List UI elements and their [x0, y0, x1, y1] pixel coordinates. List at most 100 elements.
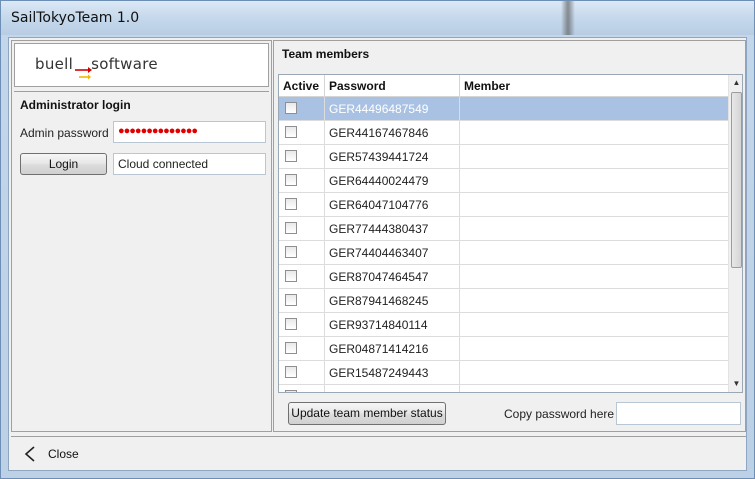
member-cell[interactable] — [460, 337, 728, 361]
password-cell[interactable]: GER57439441724 — [325, 145, 460, 169]
active-checkbox[interactable] — [285, 126, 297, 138]
grid-rows: GER44496487549 GER44167467846 GER5743944… — [279, 97, 728, 392]
active-checkbox[interactable] — [285, 102, 297, 114]
password-cell[interactable]: GER64440024479 — [325, 169, 460, 193]
password-cell[interactable]: GER44167467846 — [325, 121, 460, 145]
active-cell — [279, 313, 325, 337]
active-cell — [279, 241, 325, 265]
active-checkbox[interactable] — [285, 390, 297, 392]
scroll-down-arrow-icon[interactable]: ▼ — [729, 376, 742, 392]
table-row[interactable]: GER64440024479 — [279, 169, 728, 193]
active-cell — [279, 121, 325, 145]
logo-text-before: buell — [35, 55, 74, 73]
update-team-member-status-button[interactable]: Update team member status — [288, 402, 446, 425]
active-checkbox[interactable] — [285, 366, 297, 378]
grid-header: Active Password Member — [279, 75, 728, 97]
active-checkbox[interactable] — [285, 150, 297, 162]
member-cell[interactable] — [460, 385, 728, 392]
active-checkbox[interactable] — [285, 342, 297, 354]
table-row[interactable]: GER44167467846 — [279, 121, 728, 145]
table-row[interactable]: GER87047464547 — [279, 265, 728, 289]
member-cell[interactable] — [460, 145, 728, 169]
password-cell[interactable]: GER74404463407 — [325, 241, 460, 265]
member-cell[interactable] — [460, 169, 728, 193]
active-cell — [279, 97, 325, 121]
column-header-member[interactable]: Member — [460, 75, 728, 97]
member-cell[interactable] — [460, 121, 728, 145]
active-cell — [279, 289, 325, 313]
right-panel: Team members Active Password Member GER4… — [273, 40, 746, 432]
password-cell[interactable]: GER87047464547 — [325, 265, 460, 289]
table-row[interactable]: GER77444380437 — [279, 217, 728, 241]
active-checkbox[interactable] — [285, 222, 297, 234]
column-header-password[interactable]: Password — [325, 75, 460, 97]
member-cell[interactable] — [460, 193, 728, 217]
active-cell — [279, 145, 325, 169]
admin-login-section: Administrator login Admin password ●●●●●… — [14, 91, 269, 429]
client-area: buell software Administrator login Admin … — [8, 37, 747, 471]
scroll-up-arrow-icon[interactable]: ▲ — [729, 75, 742, 91]
table-row[interactable]: GER15487249443 — [279, 361, 728, 385]
back-chevron-icon[interactable] — [23, 445, 37, 463]
copy-password-field[interactable] — [616, 402, 741, 425]
table-row[interactable]: GER44496487549 — [279, 97, 728, 121]
member-cell[interactable] — [460, 361, 728, 385]
member-cell[interactable] — [460, 289, 728, 313]
member-cell[interactable] — [460, 313, 728, 337]
title-bar[interactable]: SailTokyoTeam 1.0 — [1, 1, 754, 35]
active-cell — [279, 169, 325, 193]
password-cell[interactable]: GER44496487549 — [325, 97, 460, 121]
team-members-heading: Team members — [282, 47, 370, 61]
password-cell[interactable]: GER77444380437 — [325, 217, 460, 241]
active-checkbox[interactable] — [285, 270, 297, 282]
admin-login-heading: Administrator login — [20, 98, 131, 112]
table-row[interactable]: GER64047104776 — [279, 193, 728, 217]
connection-status-field: Cloud connected — [113, 153, 266, 175]
active-cell — [279, 385, 325, 392]
member-cell[interactable] — [460, 97, 728, 121]
table-row[interactable]: GER87941468245 — [279, 289, 728, 313]
window-title: SailTokyoTeam 1.0 — [11, 10, 140, 26]
logo-box: buell software — [14, 43, 269, 87]
active-cell — [279, 217, 325, 241]
active-checkbox[interactable] — [285, 318, 297, 330]
password-cell[interactable]: GER13417343401 — [325, 385, 460, 392]
logo-text-after: software — [91, 55, 158, 73]
app-window: SailTokyoTeam 1.0 buell software Administ… — [0, 0, 755, 479]
admin-password-field[interactable]: ●●●●●●●●●●●●●● — [113, 121, 266, 143]
column-header-active[interactable]: Active — [279, 75, 325, 97]
team-members-grid[interactable]: Active Password Member GER44496487549 GE… — [278, 74, 743, 393]
active-cell — [279, 361, 325, 385]
logo-arrows-icon — [75, 67, 92, 80]
active-checkbox[interactable] — [285, 198, 297, 210]
member-cell[interactable] — [460, 265, 728, 289]
member-cell[interactable] — [460, 217, 728, 241]
active-checkbox[interactable] — [285, 246, 297, 258]
scrollbar-thumb[interactable] — [731, 92, 742, 268]
active-cell — [279, 193, 325, 217]
table-row[interactable]: GER93714840114 — [279, 313, 728, 337]
password-cell[interactable]: GER93714840114 — [325, 313, 460, 337]
table-row[interactable]: GER13417343401 — [279, 385, 728, 392]
password-cell[interactable]: GER64047104776 — [325, 193, 460, 217]
password-cell[interactable]: GER15487249443 — [325, 361, 460, 385]
table-row[interactable]: GER57439441724 — [279, 145, 728, 169]
member-cell[interactable] — [460, 241, 728, 265]
active-cell — [279, 265, 325, 289]
title-bar-glow — [561, 1, 575, 35]
active-checkbox[interactable] — [285, 294, 297, 306]
left-panel: buell software Administrator login Admin … — [11, 40, 272, 432]
grid-vertical-scrollbar[interactable]: ▲ ▼ — [728, 75, 742, 392]
active-cell — [279, 337, 325, 361]
table-row[interactable]: GER04871414216 — [279, 337, 728, 361]
company-logo: buell software — [35, 55, 158, 73]
table-row[interactable]: GER74404463407 — [279, 241, 728, 265]
bottom-bar: Close — [11, 436, 746, 470]
copy-password-label: Copy password here — [504, 407, 615, 421]
password-cell[interactable]: GER87941468245 — [325, 289, 460, 313]
password-cell[interactable]: GER04871414216 — [325, 337, 460, 361]
admin-password-label: Admin password — [20, 126, 109, 140]
active-checkbox[interactable] — [285, 174, 297, 186]
login-button[interactable]: Login — [20, 153, 107, 175]
close-button[interactable]: Close — [48, 447, 79, 461]
